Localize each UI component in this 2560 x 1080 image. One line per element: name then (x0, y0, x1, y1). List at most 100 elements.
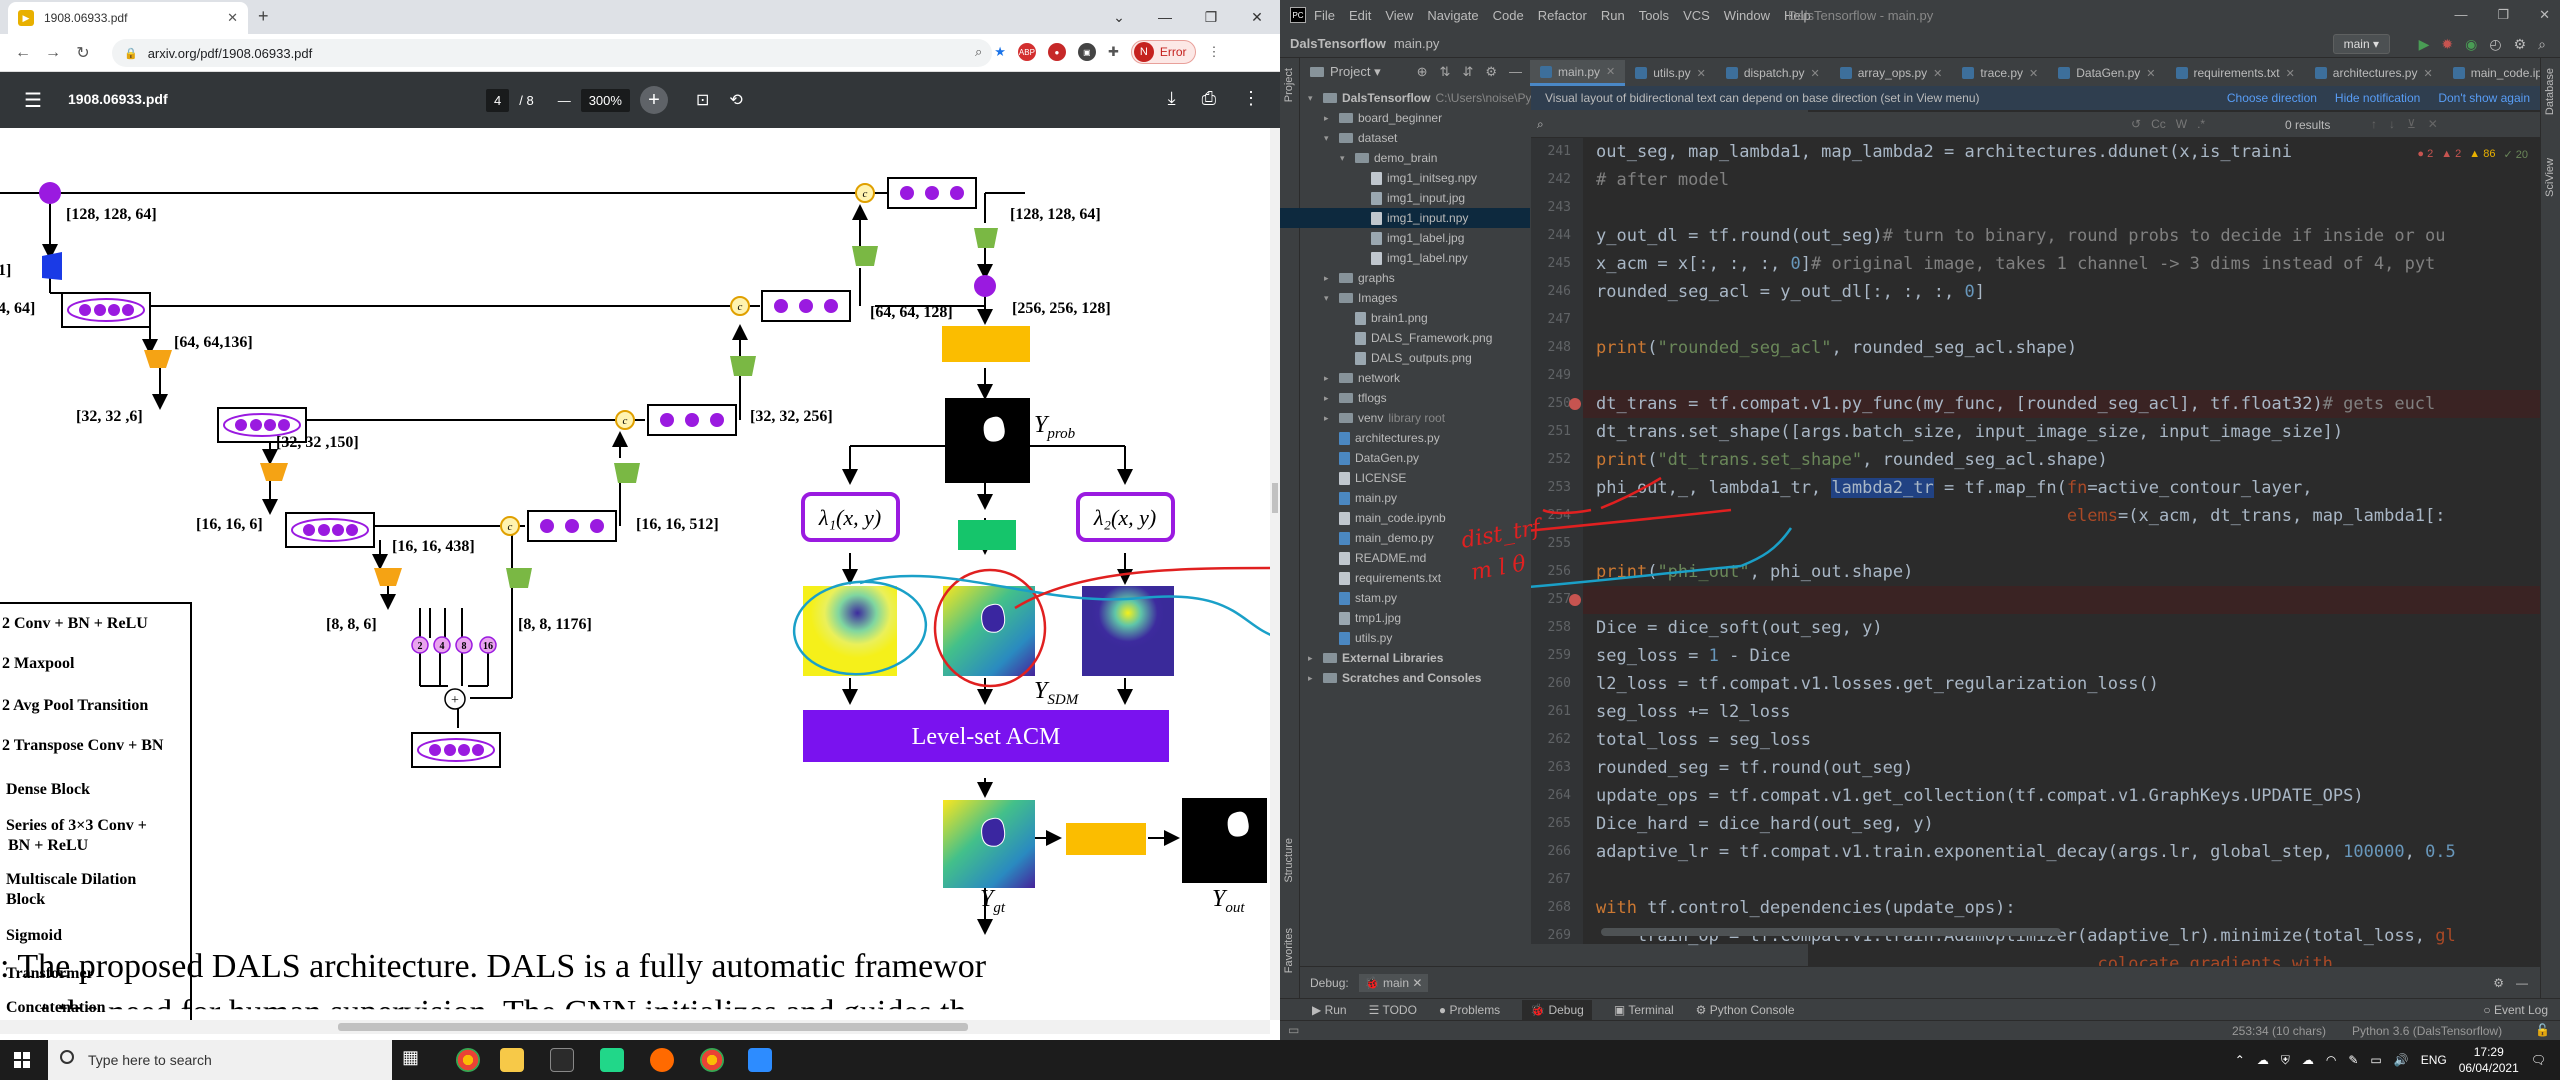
tree-item[interactable]: DALS_outputs.png (1300, 348, 1472, 368)
code-line[interactable]: seg_loss = 1 - Dice (1596, 642, 1791, 670)
code-line[interactable]: dt_trans.set_shape([args.batch_size, inp… (1596, 418, 2343, 446)
tree-item[interactable]: README.md (1300, 548, 1426, 568)
chevron-down-icon[interactable]: ▾ (1324, 288, 1334, 308)
code-line[interactable]: y_out_dl = tf.round(out_seg)# turn to bi… (1596, 222, 2446, 250)
address-bar[interactable]: 🔒 arxiv.org/pdf/1908.06933.pdf (112, 39, 992, 67)
tab-search-icon[interactable]: ⌄ (1096, 9, 1142, 26)
code-editor[interactable]: 241 242 243 244 245 246 247 248 249 250 251 252 253 2… (1459, 138, 2540, 974)
close-tab-icon[interactable]: ✕ (1811, 67, 1820, 80)
bookmark-star-icon[interactable]: ★ (994, 44, 1006, 60)
maximize-icon[interactable]: ❐ (2497, 7, 2509, 23)
print-icon[interactable]: ⎙ (1202, 88, 1216, 109)
tab-debug[interactable]: 🐞 Debug (1522, 999, 1592, 1020)
scroll-thumb[interactable] (338, 1023, 968, 1031)
chevron-right-icon[interactable]: ▸ (1324, 268, 1334, 288)
prev-icon[interactable]: ↑ (2371, 117, 2377, 131)
code-line[interactable]: print("rounded_seg_acl", rounded_seg_acl… (1596, 334, 2077, 362)
tree-item[interactable]: ▾ Images (1300, 288, 1397, 308)
tree-item[interactable]: ▸ network (1300, 368, 1400, 388)
editor-tab[interactable]: trace.py ✕ (1952, 60, 2048, 86)
extension-gray-icon[interactable]: ▣ (1077, 43, 1096, 61)
close-window-icon[interactable]: ✕ (1234, 9, 1280, 26)
expand-icon[interactable]: ⇵ (1462, 64, 1473, 80)
code-line[interactable]: phi_out,_, lambda1_tr, lambda2_tr = tf.m… (1596, 474, 2312, 502)
tree-item[interactable]: ▸ graphs (1300, 268, 1395, 288)
zoom-out-icon[interactable]: — (558, 93, 571, 108)
more-menu-icon[interactable]: ⋮ (1208, 44, 1221, 60)
tree-item[interactable]: DataGen.py (1300, 448, 1419, 468)
chevron-right-icon[interactable]: ▸ (1324, 368, 1334, 388)
code-line[interactable]: seg_loss += l2_loss (1596, 698, 1790, 726)
tree-item[interactable]: img1_label.npy (1300, 248, 1468, 268)
tree-item[interactable]: main.py (1300, 488, 1397, 508)
editor-tab[interactable]: requirements.txt ✕ (2166, 60, 2305, 86)
code-line[interactable]: l2_loss = tf.compat.v1.losses.get_regula… (1596, 670, 2159, 698)
menu-icon[interactable]: ☰ (24, 88, 42, 113)
menu-tools[interactable]: Tools (1639, 8, 1669, 23)
wifi-icon[interactable]: ◠ (2326, 1053, 2336, 1067)
hide-icon[interactable]: — (2516, 976, 2528, 990)
project-view-select[interactable]: Project ▾ (1330, 64, 1381, 80)
maximize-icon[interactable]: ❐ (1188, 9, 1234, 26)
code-line[interactable]: print("phi_out", phi_out.shape) (1596, 558, 1913, 586)
file-explorer-icon[interactable] (500, 1048, 524, 1072)
new-tab-icon[interactable]: + (258, 6, 269, 27)
notifications-icon[interactable]: 🗨 (2531, 1053, 2546, 1067)
tree-item[interactable]: architectures.py (1300, 428, 1440, 448)
horizontal-scrollbar[interactable] (0, 1020, 1270, 1034)
reload-icon[interactable]: ↻ (68, 43, 98, 63)
minimize-icon[interactable]: — (2454, 7, 2467, 23)
tree-item[interactable]: brain1.png (1300, 308, 1428, 328)
zoom-in-icon[interactable]: + (639, 86, 668, 114)
close-find-icon[interactable]: ✕ (2428, 117, 2438, 131)
code-line[interactable]: x_acm = x[:, :, :, 0]# original image, t… (1596, 250, 2435, 278)
editor-tab[interactable]: DataGen.py ✕ (2048, 60, 2165, 86)
chevron-right-icon[interactable]: ▸ (1324, 408, 1334, 428)
taskbar-search[interactable]: Type here to search (48, 1040, 392, 1080)
breakpoint-icon[interactable] (1569, 398, 1581, 410)
tab-python-console[interactable]: ⚙ Python Console (1696, 1003, 1795, 1017)
tree-item[interactable]: ▸ Scratches and Consoles (1300, 668, 1481, 688)
tree-item[interactable]: ▾ demo_brain (1300, 148, 1437, 168)
chevron-down-icon[interactable]: ▾ (1324, 128, 1334, 148)
next-icon[interactable]: ↓ (2389, 117, 2395, 131)
adblock-icon[interactable]: ABP (1017, 43, 1036, 61)
interpreter-status[interactable]: Python 3.6 (DalsTensorflow) (2352, 1024, 2502, 1038)
lock-icon[interactable]: 🔓 (2535, 1023, 2550, 1037)
event-log[interactable]: ○ Event Log (2483, 1003, 2548, 1017)
chrome-2-taskbar-icon[interactable] (700, 1048, 724, 1072)
regex-toggle-icon[interactable]: .* (2197, 117, 2205, 131)
shield-icon[interactable]: ⛨ (2281, 1053, 2290, 1068)
pdf-more-icon[interactable]: ⋮ (1242, 88, 1260, 109)
coverage-icon[interactable]: ◉ (2465, 36, 2477, 53)
editor-tab[interactable]: utils.py ✕ (1625, 60, 1716, 86)
tree-item[interactable]: ▸ External Libraries (1300, 648, 1443, 668)
filter-icon[interactable]: ⊻ (2407, 117, 2416, 131)
rotate-icon[interactable]: ⟲ (729, 90, 742, 110)
windows-start-icon[interactable] (14, 1052, 30, 1068)
language-indicator[interactable]: ENG (2421, 1053, 2447, 1067)
hide-notification-link[interactable]: Hide notification (2335, 91, 2420, 105)
cloud-icon[interactable]: ☁ (2257, 1053, 2269, 1067)
close-tab-icon[interactable]: ✕ (1697, 67, 1706, 80)
chevron-right-icon[interactable]: ▸ (1324, 388, 1334, 408)
menu-code[interactable]: Code (1493, 8, 1524, 23)
regex-icon[interactable]: ↺ (2131, 117, 2141, 131)
menu-window[interactable]: Window (1724, 8, 1770, 23)
close-tab-icon[interactable]: ✕ (2029, 67, 2038, 80)
code-line[interactable]: elems=(x_acm, dt_trans, map_lambda1[: (1596, 502, 2446, 530)
profile-error-button[interactable]: N Error (1130, 40, 1196, 64)
extension-red-icon[interactable]: ● (1047, 43, 1066, 61)
run-icon[interactable]: ▶ (2419, 36, 2430, 53)
code-line[interactable]: rounded_seg = tf.round(out_seg) (1596, 754, 1913, 782)
gear-icon[interactable]: ⚙ (2493, 976, 2504, 990)
editor-tab[interactable]: architectures.py ✕ (2305, 60, 2443, 86)
database-tool-tab[interactable]: Database (2544, 68, 2556, 115)
tree-item[interactable]: img1_initseg.npy (1300, 168, 1477, 188)
favorites-tool-tab[interactable]: Favorites (1283, 928, 1295, 973)
status-panel-icon[interactable]: ▭ (1288, 1023, 1299, 1037)
profile-icon[interactable]: ◴ (2489, 36, 2501, 53)
code-line[interactable]: Dice_hard = dice_hard(out_seg, y) (1596, 810, 1934, 838)
firefox-taskbar-icon[interactable] (650, 1048, 674, 1072)
pen-icon[interactable]: ✎ (2348, 1053, 2358, 1067)
